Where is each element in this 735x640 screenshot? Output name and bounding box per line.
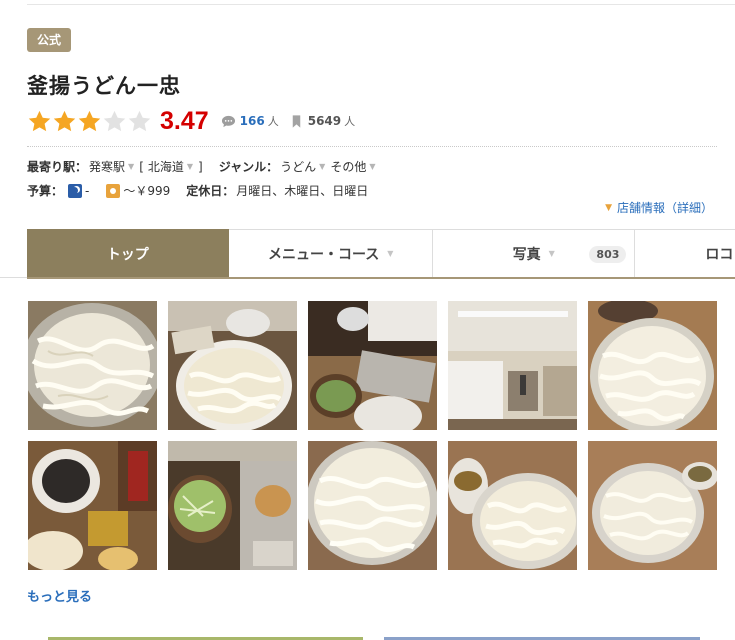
tab-reviews-label: ロコミ <box>705 246 735 263</box>
restaurant-name: 釜揚うどん一忠 <box>27 74 181 98</box>
saves-number: 5649 <box>307 114 342 128</box>
bookmark-icon <box>292 114 300 128</box>
chevron-down-icon: ▼ <box>369 162 376 171</box>
sun-icon <box>106 183 121 198</box>
star-icon <box>28 110 51 131</box>
photo-thumbnail[interactable] <box>28 301 157 430</box>
tab-menu-label: メニュー・コース <box>267 246 380 263</box>
holiday-value: 月曜日、木曜日、日曜日 <box>236 184 369 198</box>
area-link[interactable]: 北海道 <box>148 158 184 175</box>
photo-count-badge: 803 <box>589 246 627 263</box>
tab-reviews[interactable]: ロコミ <box>635 229 735 277</box>
speech-bubble-icon <box>221 115 235 127</box>
chevron-down-icon: ▼ <box>548 249 555 258</box>
tab-top-label: トップ <box>106 246 149 263</box>
official-badge: 公式 <box>27 28 72 52</box>
station-label: 最寄り駅： <box>27 160 88 174</box>
tab-baseline <box>0 277 27 278</box>
star-icon <box>53 110 76 131</box>
photo-thumbnail[interactable] <box>168 441 297 570</box>
chevron-down-icon: ▼ <box>128 162 135 171</box>
genre-link-other[interactable]: その他 <box>330 158 366 175</box>
area-bracket-open: [ <box>139 159 144 174</box>
rating-score: 3.47 <box>160 106 209 135</box>
top-divider <box>27 4 735 5</box>
genre-link-udon[interactable]: うどん <box>280 158 316 175</box>
photo-thumbnail[interactable] <box>588 301 717 430</box>
star-icon <box>128 110 151 131</box>
tab-menu-course[interactable]: メニュー・コース ▼ <box>229 229 433 277</box>
chevron-down-icon: ▼ <box>387 249 394 258</box>
photo-thumbnail[interactable] <box>588 441 717 570</box>
saves-count[interactable]: 5649 人 <box>289 113 355 129</box>
star-icon <box>78 110 101 131</box>
reviews-unit: 人 <box>267 115 279 128</box>
holiday-label: 定休日： <box>186 184 235 198</box>
info-row-station: 最寄り駅： 発寒駅 ▼ [ 北海道 ▼ ] ジャンル： うどん ▼ その他 ▼ <box>27 158 380 175</box>
photo-thumbnail[interactable] <box>308 441 437 570</box>
area-bracket-close: ] <box>198 159 203 174</box>
budget-label: 予算： <box>27 184 64 198</box>
tab-top[interactable]: トップ <box>27 229 230 277</box>
store-detail-label: 店舗情報（詳細） <box>616 201 713 215</box>
tab-photos[interactable]: 写真 ▼ 803 <box>432 229 636 277</box>
reviews-number: 166 <box>239 114 265 128</box>
info-row-budget: 予算： - ～￥999 定休日： 月曜日、木曜日、日曜日 <box>27 182 368 199</box>
photo-thumbnail[interactable] <box>308 301 437 430</box>
photo-thumbnail[interactable] <box>448 301 577 430</box>
genre-label: ジャンル： <box>218 160 279 174</box>
rating-row: 3.47 166 人 5649 人 <box>27 106 365 136</box>
main-tabs: トップ メニュー・コース ▼ 写真 ▼ 803 ロコミ <box>27 229 735 279</box>
photo-thumbnail[interactable] <box>28 441 157 570</box>
chevron-down-icon: ▼ <box>319 162 326 171</box>
star-icon <box>103 110 126 131</box>
store-detail-link[interactable]: ▼ 店舗情報（詳細） <box>605 199 713 216</box>
chevron-down-icon: ▼ <box>605 202 612 213</box>
saves-unit: 人 <box>344 115 356 128</box>
chevron-down-icon: ▼ <box>186 162 194 171</box>
budget-lunch: ～￥999 <box>123 184 171 198</box>
photo-thumbnail[interactable] <box>168 301 297 430</box>
reviews-count[interactable]: 166 人 <box>221 113 279 129</box>
budget-dinner: - <box>85 183 90 198</box>
moon-icon <box>68 183 83 198</box>
tab-photos-label: 写真 <box>512 246 541 263</box>
photo-thumbnail[interactable] <box>448 441 577 570</box>
see-more-link[interactable]: もっと見る <box>27 586 92 605</box>
station-link[interactable]: 発寒駅 <box>89 158 125 175</box>
dotted-divider <box>27 146 717 147</box>
star-rating <box>27 109 152 134</box>
